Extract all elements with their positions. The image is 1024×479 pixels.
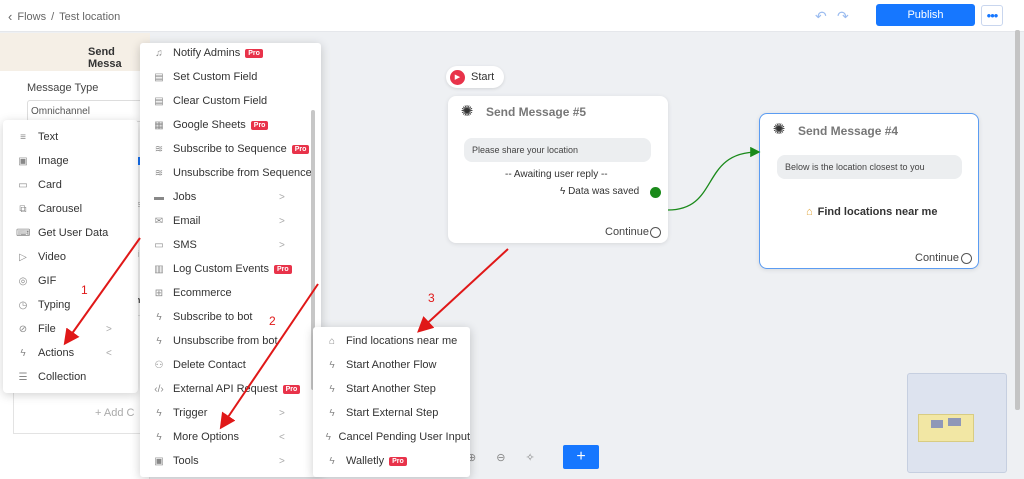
annotation-arrow-1: [63, 237, 141, 346]
canvas-overlay: [63, 146, 761, 430]
annotation-arrow-2: [219, 283, 319, 430]
annotation-label-2: 2: [269, 314, 276, 328]
annotation-label-1: 1: [81, 283, 88, 297]
annotation-arrow-3: [417, 248, 509, 333]
annotation-label-3: 3: [428, 291, 435, 305]
flow-connector: [667, 146, 761, 211]
